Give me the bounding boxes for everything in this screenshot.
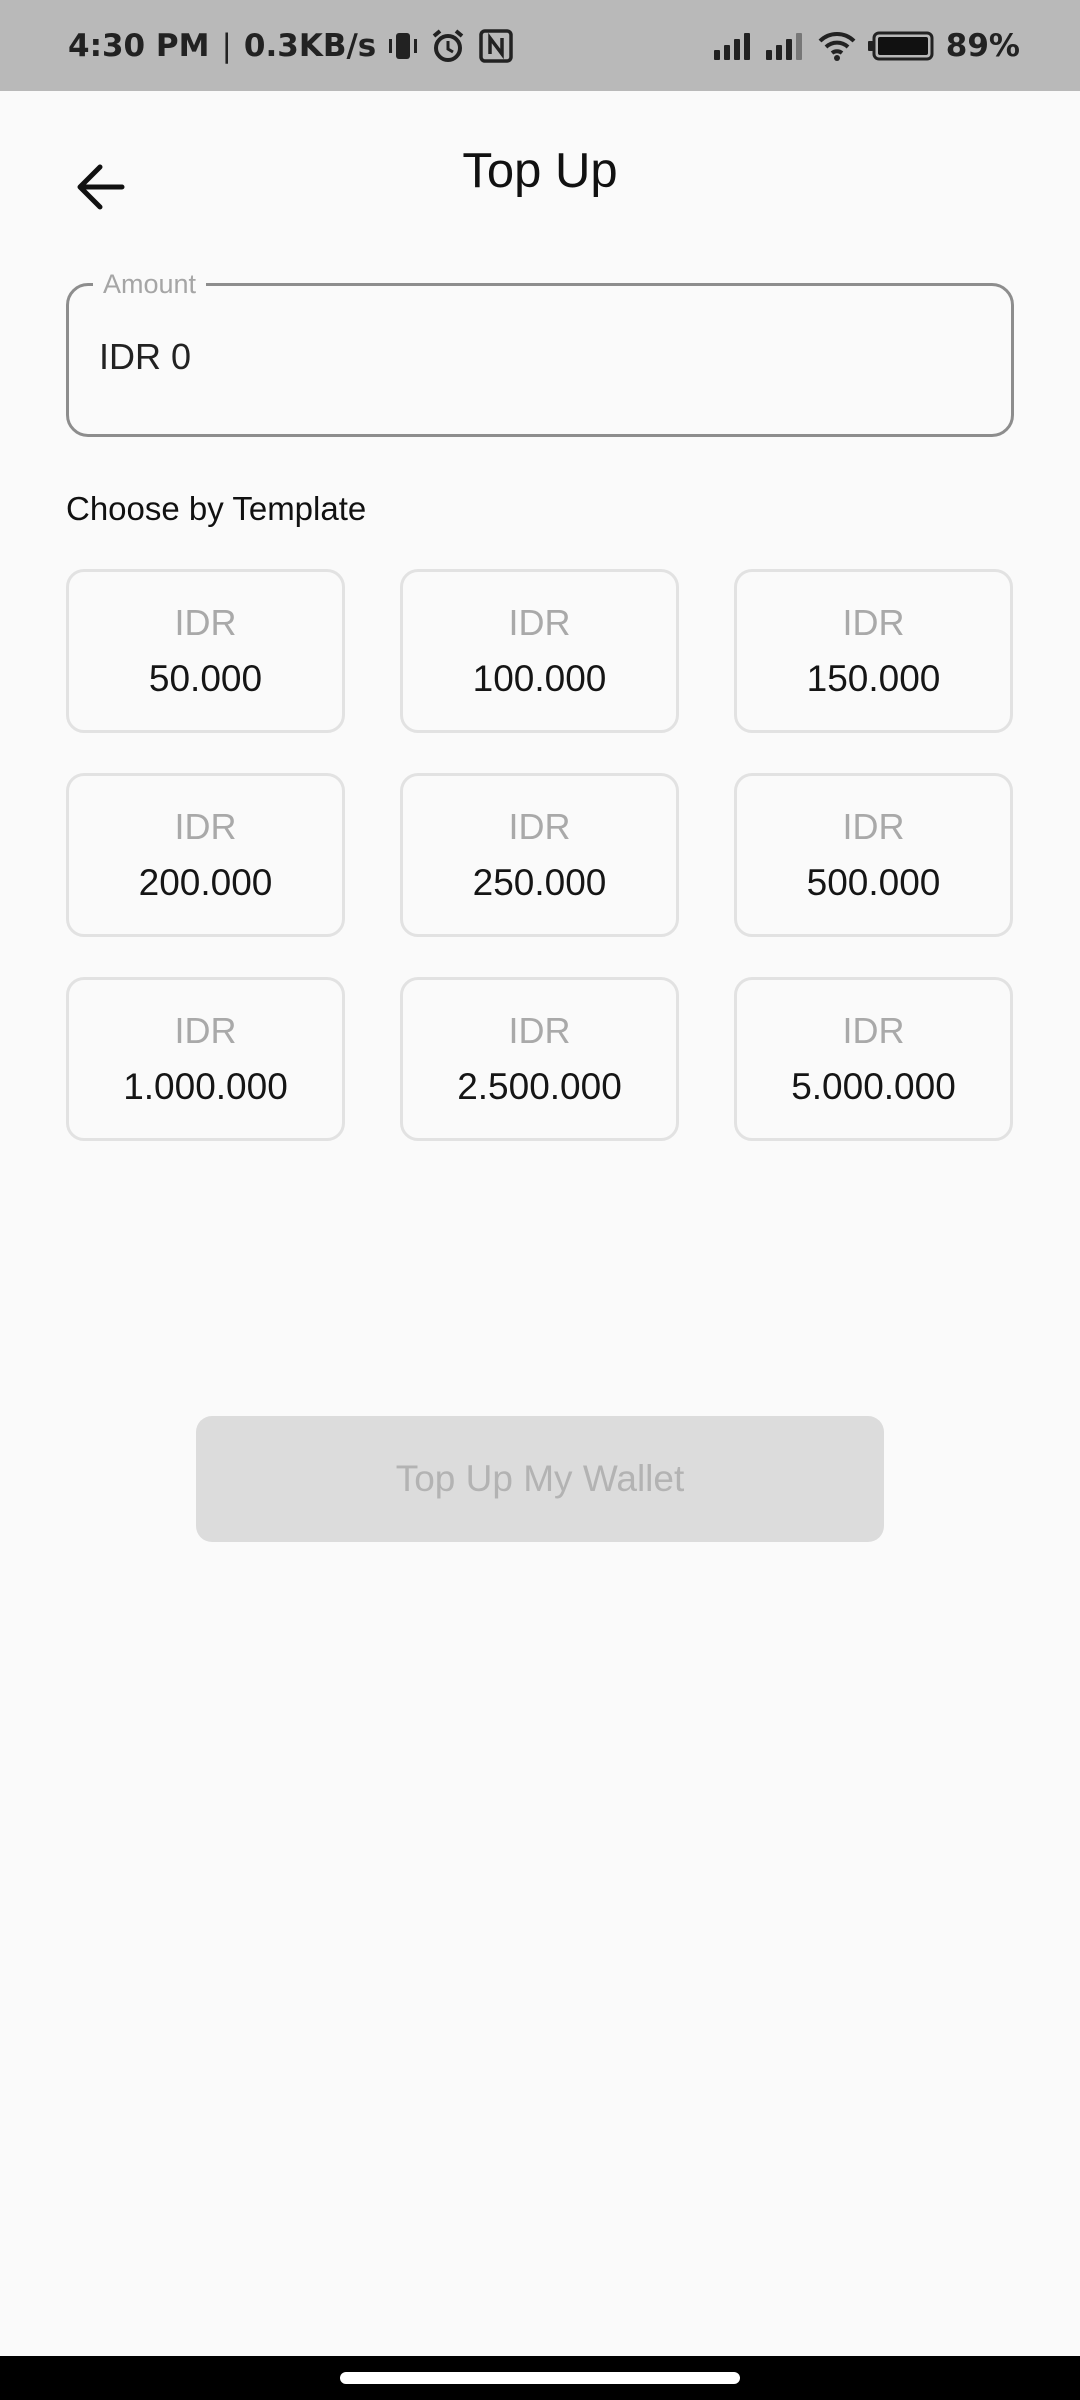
template-grid: IDR 50.000 IDR 100.000 IDR 150.000 IDR 2… bbox=[66, 569, 1014, 1141]
template-amount: 2.500.000 bbox=[457, 1066, 622, 1107]
template-amount: 5.000.000 bbox=[791, 1066, 956, 1107]
template-option[interactable]: IDR 50.000 bbox=[66, 569, 345, 733]
template-option[interactable]: IDR 500.000 bbox=[734, 773, 1013, 937]
template-amount: 100.000 bbox=[472, 658, 607, 699]
template-currency: IDR bbox=[174, 806, 237, 847]
template-amount: 150.000 bbox=[806, 658, 941, 699]
template-currency: IDR bbox=[842, 1010, 905, 1051]
signal-icon bbox=[713, 32, 754, 60]
amount-input[interactable]: IDR 0 bbox=[99, 336, 979, 378]
template-currency: IDR bbox=[508, 602, 571, 643]
status-bar-left: 4:30 PM | 0.3KB/s bbox=[68, 28, 514, 64]
alarm-icon bbox=[430, 28, 466, 64]
status-net-speed: 0.3KB/s bbox=[243, 27, 377, 64]
status-bar: 4:30 PM | 0.3KB/s 89% bbox=[0, 0, 1080, 91]
battery-icon bbox=[867, 31, 934, 61]
amount-field[interactable]: Amount IDR 0 bbox=[66, 269, 1014, 437]
signal-icon bbox=[765, 32, 806, 60]
nfc-icon bbox=[478, 28, 514, 64]
template-currency: IDR bbox=[174, 1010, 237, 1051]
template-currency: IDR bbox=[508, 1010, 571, 1051]
wifi-icon bbox=[818, 31, 856, 61]
page-title: Top Up bbox=[462, 144, 618, 198]
status-bar-right: 89% bbox=[713, 27, 1020, 64]
battery-level: 89% bbox=[945, 27, 1020, 64]
status-separator: | bbox=[221, 27, 232, 64]
template-option[interactable]: IDR 150.000 bbox=[734, 569, 1013, 733]
template-option[interactable]: IDR 1.000.000 bbox=[66, 977, 345, 1141]
template-option[interactable]: IDR 200.000 bbox=[66, 773, 345, 937]
template-amount: 200.000 bbox=[138, 862, 273, 903]
template-currency: IDR bbox=[842, 806, 905, 847]
vibrate-icon bbox=[388, 29, 418, 63]
template-currency: IDR bbox=[842, 602, 905, 643]
template-section-label: Choose by Template bbox=[66, 490, 367, 527]
template-amount: 250.000 bbox=[472, 862, 607, 903]
template-currency: IDR bbox=[174, 602, 237, 643]
template-option[interactable]: IDR 250.000 bbox=[400, 773, 679, 937]
status-time: 4:30 PM bbox=[68, 27, 210, 64]
template-option[interactable]: IDR 100.000 bbox=[400, 569, 679, 733]
template-option[interactable]: IDR 2.500.000 bbox=[400, 977, 679, 1141]
template-currency: IDR bbox=[508, 806, 571, 847]
system-nav-bar bbox=[0, 2356, 1080, 2400]
amount-label: Amount bbox=[93, 269, 207, 300]
template-amount: 500.000 bbox=[806, 862, 941, 903]
app-header: Top Up bbox=[0, 91, 1080, 261]
top-up-wallet-button[interactable]: Top Up My Wallet bbox=[196, 1416, 884, 1542]
template-amount: 1.000.000 bbox=[123, 1066, 288, 1107]
template-amount: 50.000 bbox=[148, 658, 263, 699]
template-option[interactable]: IDR 5.000.000 bbox=[734, 977, 1013, 1141]
home-indicator[interactable] bbox=[340, 2372, 740, 2384]
